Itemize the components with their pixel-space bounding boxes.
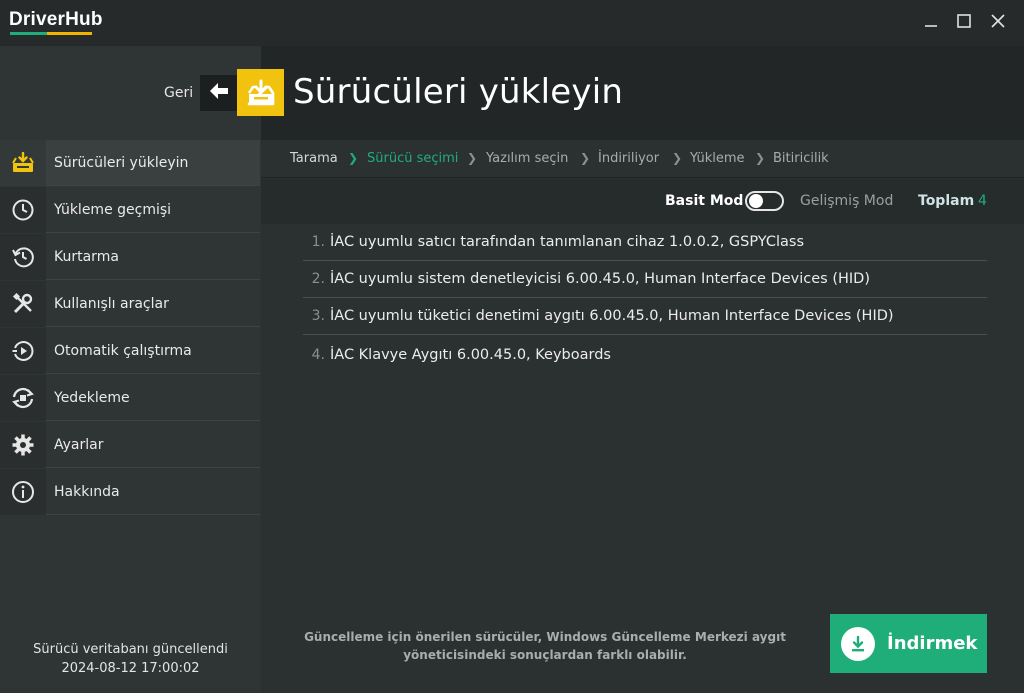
list-item[interactable]: 3. İAC uyumlu tüketici denetimi aygıtı 6…: [303, 298, 987, 335]
database-status-text: Sürücü veritabanı güncellendi: [33, 642, 228, 657]
sidebar-item-about[interactable]: Hakkında: [0, 468, 260, 515]
database-status: Sürücü veritabanı güncellendi 2024-08-12…: [0, 640, 261, 678]
total-label: Toplam: [918, 193, 975, 209]
chevron-right-icon: ❯: [672, 151, 683, 165]
sidebar-item-tools[interactable]: Kullanışlı araçlar: [0, 280, 260, 327]
sidebar-item-label: Kullanışlı araçlar: [54, 295, 169, 312]
sidebar-item-backup[interactable]: Yedekleme: [0, 374, 260, 421]
database-status-timestamp: 2024-08-12 17:00:02: [61, 661, 200, 676]
back-label[interactable]: Geri: [164, 85, 193, 101]
logo-underline: [10, 32, 92, 35]
sidebar-item-settings[interactable]: Ayarlar: [0, 421, 260, 468]
chevron-right-icon: ❯: [755, 151, 766, 165]
autorun-icon: [0, 327, 46, 374]
app-logo: DriverHub: [9, 9, 103, 30]
backup-icon: [0, 374, 46, 421]
list-item-name: İAC uyumlu sistem denetleyicisi 6.00.45.…: [330, 271, 870, 287]
sidebar-item-label: Yedekleme: [54, 389, 130, 406]
advanced-mode-label: Gelişmiş Mod: [800, 193, 894, 209]
breadcrumb-step-software: Yazılım seçin: [486, 151, 569, 166]
mode-bar: [261, 179, 1024, 224]
gear-icon: [0, 421, 46, 468]
sidebar-item-install-history[interactable]: Yükleme geçmişi: [0, 186, 260, 233]
notice-line: Güncelleme için önerilen sürücüler, Wind…: [304, 630, 786, 644]
breadcrumb-step-driver-selection: Sürücü seçimi: [367, 151, 459, 166]
chevron-right-icon: ❯: [348, 151, 359, 165]
list-item[interactable]: 1. İAC uyumlu satıcı tarafından tanımlan…: [303, 224, 987, 261]
download-label: İndirmek: [887, 633, 978, 654]
breadcrumb-step-finish: Bitiricilik: [773, 151, 829, 166]
info-icon: [0, 468, 46, 515]
sidebar-item-autorun[interactable]: Otomatik çalıştırma: [0, 327, 260, 374]
sidebar-item-restore[interactable]: Kurtarma: [0, 233, 260, 280]
list-item[interactable]: 2. İAC uyumlu sistem denetleyicisi 6.00.…: [303, 261, 987, 298]
list-item-number: 3.: [311, 308, 325, 324]
chevron-right-icon: ❯: [580, 151, 591, 165]
list-item-name: İAC Klavye Aygıtı 6.00.45.0, Keyboards: [330, 346, 611, 363]
sidebar-item-label: Kurtarma: [54, 248, 119, 265]
sidebar-item-label: Otomatik çalıştırma: [54, 342, 192, 359]
download-button[interactable]: İndirmek: [830, 614, 987, 673]
chevron-right-icon: ❯: [467, 151, 478, 165]
page-title: Sürücüleri yükleyin: [293, 72, 624, 112]
list-item-name: İAC uyumlu satıcı tarafından tanımlanan …: [330, 234, 805, 250]
list-item-name: İAC uyumlu tüketici denetimi aygıtı 6.00…: [330, 308, 894, 324]
arrow-left-icon: [208, 82, 230, 104]
toggle-knob: [749, 194, 763, 208]
driver-install-icon: [0, 139, 46, 186]
close-icon[interactable]: [987, 11, 1009, 33]
tools-icon: [0, 280, 46, 327]
history-clock-icon: [0, 186, 46, 233]
sidebar-item-label: Hakkında: [54, 483, 120, 500]
sidebar-item-label: Sürücüleri yükleyin: [54, 154, 189, 171]
total-count: 4: [978, 193, 987, 209]
notice-line: yöneticisindeki sonuçlardan farklı olabi…: [403, 648, 687, 662]
title-bar: DriverHub: [0, 0, 1024, 46]
breadcrumb-step-downloading: İndiriliyor: [598, 151, 660, 166]
sidebar-item-label: Yükleme geçmişi: [54, 201, 172, 218]
back-button[interactable]: [200, 75, 237, 111]
list-item[interactable]: 4. İAC Klavye Aygıtı 6.00.45.0, Keyboard…: [303, 336, 987, 373]
sidebar-item-label: Ayarlar: [54, 436, 104, 453]
mode-toggle[interactable]: [745, 191, 784, 211]
list-item-number: 4.: [311, 346, 325, 363]
breadcrumb-step-scan: Tarama: [290, 151, 338, 166]
list-item-number: 1.: [311, 234, 325, 250]
driver-install-title-icon: [237, 69, 284, 116]
breadcrumb-step-installing: Yükleme: [690, 151, 745, 166]
sidebar: Sürücüleri yükleyin Yükleme geçmişi Kurt…: [0, 139, 261, 693]
restore-icon: [0, 233, 46, 280]
minimize-icon[interactable]: [920, 11, 942, 33]
sidebar-item-install-drivers[interactable]: Sürücüleri yükleyin: [0, 139, 260, 186]
list-item-number: 2.: [311, 271, 325, 287]
driver-notice: Güncelleme için önerilen sürücüler, Wind…: [300, 628, 790, 664]
basic-mode-label: Basit Mod: [665, 193, 744, 209]
download-icon: [841, 626, 875, 661]
maximize-icon[interactable]: [953, 11, 975, 33]
